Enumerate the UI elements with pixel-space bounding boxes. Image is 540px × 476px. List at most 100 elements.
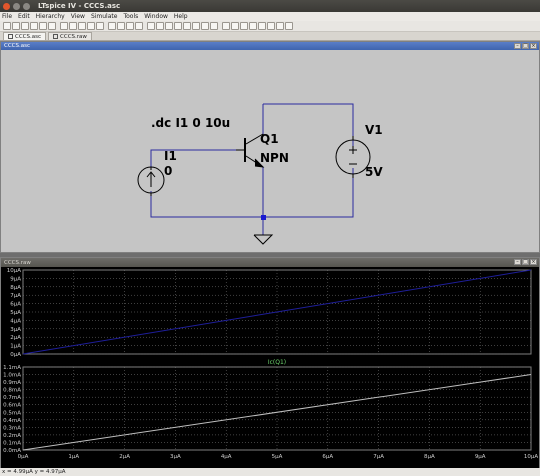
voltage-source-name: V1 <box>365 123 383 137</box>
window-title: LTspice IV - CCCS.asc <box>38 2 121 10</box>
close-window-button[interactable] <box>3 2 10 10</box>
y-tick-label: 9µA <box>10 276 21 282</box>
y-tick-label: 10µA <box>7 268 21 274</box>
x-tick-label: 0µA <box>18 454 29 460</box>
y-tick-label: 0.7mA <box>3 395 21 401</box>
y-tick-label: 0µA <box>10 352 21 358</box>
capacitor-icon[interactable] <box>183 22 191 30</box>
minimize-window-button[interactable] <box>13 2 20 10</box>
component-icon[interactable] <box>210 22 218 30</box>
label-net-icon[interactable] <box>165 22 173 30</box>
tile-horizontal-icon[interactable] <box>108 22 116 30</box>
undo-icon[interactable] <box>240 22 248 30</box>
zoom-out-icon[interactable] <box>78 22 86 30</box>
title-bar: LTspice IV - CCCS.asc <box>0 0 540 12</box>
spice-directive[interactable]: .dc I1 0 10u <box>151 116 230 130</box>
ltspice-app: LTspice IV - CCCS.asc File Edit Hierarch… <box>0 0 540 476</box>
x-tick-label: 9µA <box>475 454 486 460</box>
y-tick-label: 2µA <box>10 335 21 341</box>
mirror-icon[interactable] <box>267 22 275 30</box>
halt-icon[interactable] <box>48 22 56 30</box>
close-all-icon[interactable] <box>135 22 143 30</box>
document-tabs: CCCS.asc CCCS.raw <box>0 32 540 41</box>
cascade-icon[interactable] <box>126 22 134 30</box>
y-tick-label: 4µA <box>10 318 21 324</box>
y-tick-label: 0.5mA <box>3 410 21 416</box>
y-tick-label: 0.6mA <box>3 403 21 409</box>
tab-label: CCCS.asc <box>15 34 42 40</box>
maximize-window-button[interactable] <box>23 2 30 10</box>
y-tick-label: 1.1mA <box>3 365 21 371</box>
diode-icon[interactable] <box>201 22 209 30</box>
transistor-name: Q1 <box>260 132 279 146</box>
current-source-value: 0 <box>164 164 173 178</box>
ground-icon[interactable] <box>156 22 164 30</box>
menu-window[interactable]: Window <box>144 13 168 20</box>
autorange-icon[interactable] <box>96 22 104 30</box>
x-tick-label: 4µA <box>221 454 232 460</box>
control-panel-icon[interactable] <box>30 22 38 30</box>
wire-icon[interactable] <box>147 22 155 30</box>
menu-file[interactable]: File <box>2 13 12 20</box>
y-tick-label: 0.9mA <box>3 380 21 386</box>
tab-waveform[interactable]: CCCS.raw <box>48 32 92 40</box>
menu-view[interactable]: View <box>71 13 85 20</box>
y-tick-label: 6µA <box>10 302 21 308</box>
y-tick-label: 0.0mA <box>3 448 21 454</box>
junction-dot <box>261 215 266 220</box>
schematic-canvas[interactable]: .dc I1 0 10u Q1 NPN I1 0 V1 5V <box>1 50 539 252</box>
new-schematic-icon[interactable] <box>12 22 20 30</box>
menu-tools[interactable]: Tools <box>123 13 138 20</box>
inductor-icon[interactable] <box>192 22 200 30</box>
waveform-window: CCCS.raw – □ × 0µA 1µA 2µA 3µA 4µA 5µA 6µA 7µA 8… <box>0 257 540 476</box>
move-icon[interactable] <box>222 22 230 30</box>
status-bar: x = 4.99µA y = 4.97µA <box>0 468 540 476</box>
y-tick-label: 7µA <box>10 293 21 299</box>
save-icon[interactable] <box>21 22 29 30</box>
open-file-icon[interactable] <box>3 22 11 30</box>
waveform-title-bar[interactable]: CCCS.raw – □ × <box>1 258 539 267</box>
x-tick-label: 6µA <box>322 454 333 460</box>
schematic-title-bar[interactable]: CCCS.asc – □ × <box>1 42 539 50</box>
x-tick-label: 8µA <box>424 454 435 460</box>
close-icon[interactable]: × <box>530 259 537 265</box>
rotate-icon[interactable] <box>258 22 266 30</box>
minimize-icon[interactable]: – <box>514 259 521 265</box>
close-icon[interactable]: × <box>530 43 537 49</box>
menu-bar: File Edit Hierarchy View Simulate Tools … <box>0 12 540 21</box>
y-tick-label: 0.3mA <box>3 425 21 431</box>
toolbar <box>0 21 540 32</box>
menu-hierarchy[interactable]: Hierarchy <box>36 13 65 20</box>
tab-schematic[interactable]: CCCS.asc <box>3 32 47 40</box>
transistor-model: NPN <box>260 151 289 165</box>
minimize-icon[interactable]: – <box>514 43 521 49</box>
current-source-name: I1 <box>164 149 177 163</box>
y-tick-label: 0.2mA <box>3 433 21 439</box>
y-tick-label: 1µA <box>10 344 21 350</box>
drag-icon[interactable] <box>231 22 239 30</box>
text-icon[interactable] <box>276 22 284 30</box>
schematic-window-title: CCCS.asc <box>4 43 31 49</box>
waveform-plot-area[interactable]: 0µA 1µA 2µA 3µA 4µA 5µA 6µA 7µA 8µA 9µA 10µA 0µA 1µA… <box>1 267 539 467</box>
resistor-icon[interactable] <box>174 22 182 30</box>
menu-edit[interactable]: Edit <box>18 13 30 20</box>
restore-icon[interactable]: □ <box>522 259 529 265</box>
x-tick-label: 5µA <box>272 454 283 460</box>
x-tick-label: 7µA <box>373 454 384 460</box>
y-tick-label: 0.4mA <box>3 418 21 424</box>
zoom-fit-icon[interactable] <box>87 22 95 30</box>
menu-simulate[interactable]: Simulate <box>91 13 118 20</box>
spice-directive-icon[interactable] <box>285 22 293 30</box>
waveform-icon <box>53 34 59 39</box>
npn-transistor-symbol <box>236 133 265 168</box>
run-icon[interactable] <box>39 22 47 30</box>
pan-icon[interactable] <box>60 22 68 30</box>
redo-icon[interactable] <box>249 22 257 30</box>
zoom-in-icon[interactable] <box>69 22 77 30</box>
menu-help[interactable]: Help <box>174 13 188 20</box>
y-tick-label: 8µA <box>10 285 21 291</box>
y-tick-label: 0.8mA <box>3 388 21 394</box>
tile-vertical-icon[interactable] <box>117 22 125 30</box>
restore-icon[interactable]: □ <box>522 43 529 49</box>
y-tick-label: 0.1mA <box>3 440 21 446</box>
